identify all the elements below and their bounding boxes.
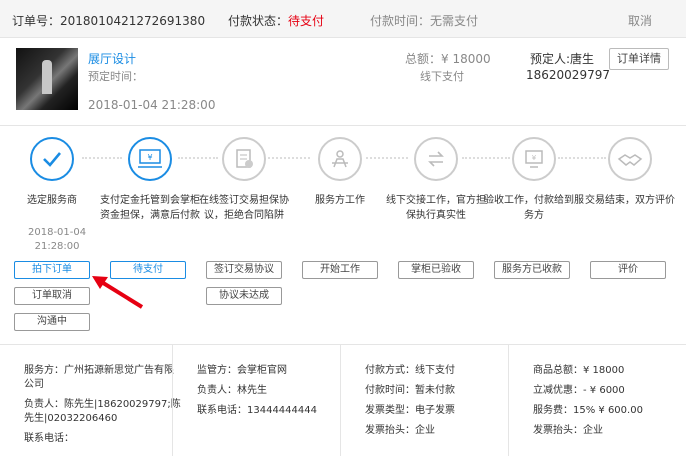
- service-title[interactable]: 展厅设计: [88, 50, 136, 67]
- order-detail-button[interactable]: 订单详情: [609, 48, 669, 70]
- order-summary: 展厅设计 预定时间： 2018-01-04 21:28:00 总额：¥ 1800…: [0, 38, 686, 126]
- step-sign-agreement: 在线签订交易担保协议，拒绝合同陷阱: [194, 137, 294, 223]
- order-date: 2018-01-04 21:28:00: [88, 98, 216, 112]
- sign-agreement-button[interactable]: 签订交易协议: [206, 261, 282, 279]
- manager-accepted-button[interactable]: 掌柜已验收: [398, 261, 474, 279]
- exchange-arrows-icon: [414, 137, 458, 181]
- svg-text:¥: ¥: [147, 153, 152, 162]
- accept-order-button[interactable]: 拍下订单: [14, 261, 90, 279]
- step-provider-work: 服务方工作: [290, 137, 390, 208]
- supervisor-info: 监管方：会掌柜官网 负责人：林先生 联系电话：13444444444: [172, 345, 340, 456]
- step-timestamp: 2018-01-04 21:28:00: [28, 227, 87, 252]
- product-thumbnail[interactable]: [16, 48, 78, 110]
- handshake-icon: [608, 137, 652, 181]
- step-label: 线下交接工作，官方担保执行真实性: [386, 195, 486, 221]
- step-pay-deposit: ¥ 支付定金托管到会掌柜资金担保，满意后付款: [100, 137, 200, 223]
- order-number: 订单号：2018010421272691380: [12, 14, 206, 28]
- step-label: 选定服务商: [27, 195, 77, 206]
- provider-info: 服务方：广州拓源新思觉广告有限 公司 负责人：陈先生|18620029797;陈…: [24, 365, 181, 444]
- payment-status-value: 待支付: [288, 14, 325, 28]
- payment-info: 付款方式：线下支付 付款时间：暂未付款 发票类型：电子发票 发票抬头：企业: [340, 345, 508, 456]
- worker-desk-icon: [318, 137, 362, 181]
- money-card-icon: ¥: [128, 137, 172, 181]
- step-trade-complete: 交易结束，双方评价: [580, 137, 680, 208]
- booker: 预定人:唐生: [530, 52, 595, 66]
- order-total: 总额：¥ 18000: [405, 52, 491, 66]
- step-acceptance: ¥ 验收工作，付款给到服务方: [484, 137, 584, 223]
- cancel-link[interactable]: 取消: [628, 12, 652, 29]
- reserve-time-label: 预定时间：: [88, 70, 143, 83]
- payment-screen-icon: ¥: [512, 137, 556, 181]
- red-pointer-arrow-icon: [92, 276, 144, 309]
- order-header: 订单号：2018010421272691380 付款状态：待支付 付款时间：无需…: [0, 0, 686, 38]
- provider-received-button[interactable]: 服务方已收款: [494, 261, 570, 279]
- document-check-icon: [222, 137, 266, 181]
- step-offline-handover: 线下交接工作，官方担保执行真实性: [386, 137, 486, 223]
- step-label: 交易结束，双方评价: [585, 195, 675, 206]
- review-button[interactable]: 评价: [590, 261, 666, 279]
- communicating-button[interactable]: 沟通中: [14, 313, 90, 331]
- price-summary: 商品总额：¥ 18000 立减优惠：- ¥ 6000 服务费：15% ¥ 600…: [508, 345, 686, 456]
- step-label: 支付定金托管到会掌柜资金担保，满意后付款: [100, 195, 200, 221]
- order-progress: 选定服务商 ¥ 支付定金托管到会掌柜资金担保，满意后付款 在线签订交易担保协议，…: [0, 127, 686, 342]
- svg-text:¥: ¥: [532, 154, 537, 162]
- payment-time: 付款时间：无需支付: [370, 14, 479, 28]
- step-select-provider: 选定服务商: [2, 137, 102, 208]
- cancel-order-button[interactable]: 订单取消: [14, 287, 90, 305]
- step-label: 在线签订交易担保协议，拒绝合同陷阱: [199, 195, 289, 221]
- booker-phone: 18620029797: [526, 68, 610, 82]
- agreement-failed-button[interactable]: 协议未达成: [206, 287, 282, 305]
- step-label: 服务方工作: [315, 195, 365, 206]
- check-icon: [30, 137, 74, 181]
- start-work-button[interactable]: 开始工作: [302, 261, 378, 279]
- order-details: 服务方：广州拓源新思觉广告有限 公司 负责人：陈先生|18620029797;陈…: [0, 344, 686, 456]
- step-label: 验收工作，付款给到服务方: [484, 195, 584, 221]
- pay-method: 线下支付: [420, 70, 464, 83]
- payment-status: 付款状态：待支付: [228, 14, 325, 28]
